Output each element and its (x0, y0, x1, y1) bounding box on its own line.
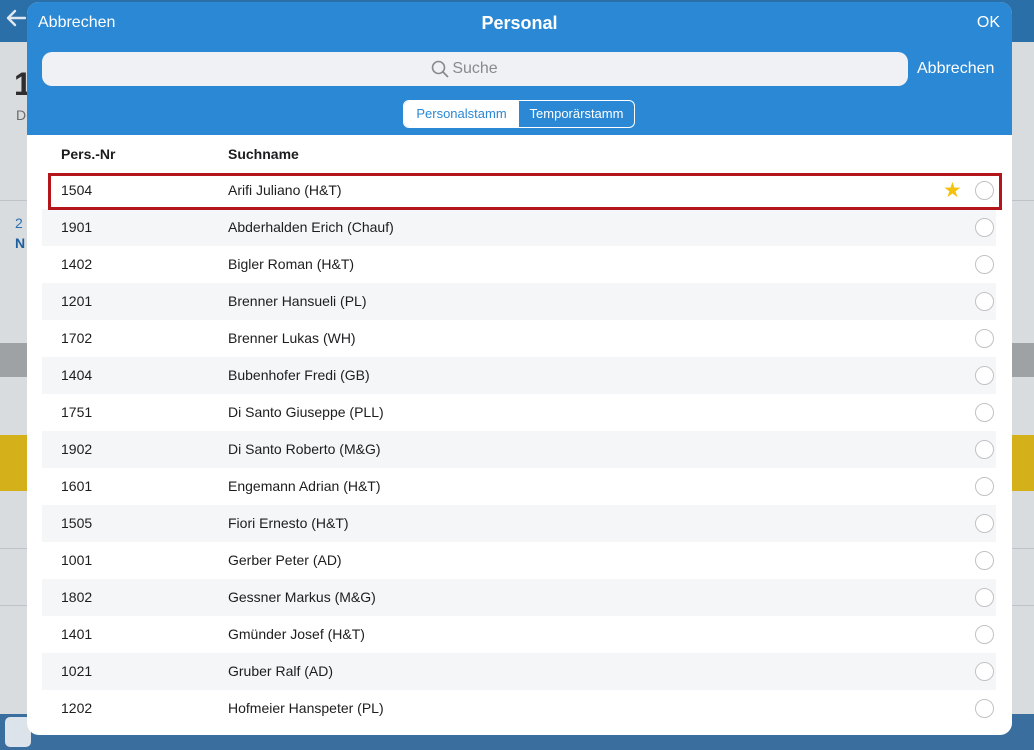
radio-button[interactable] (975, 366, 994, 385)
suchname-cell: Di Santo Giuseppe (PLL) (228, 404, 384, 420)
table-row[interactable]: 1021 Gruber Ralf (AD) (42, 653, 996, 690)
pers-nr-cell: 1401 (61, 626, 93, 642)
suchname-cell: Bigler Roman (H&T) (228, 256, 355, 272)
search-cancel-button[interactable]: Abbrechen (917, 59, 994, 79)
sheet-header: Abbrechen Personal OK Abbrechen Personal… (27, 2, 1012, 135)
table-row[interactable]: 1001 Gerber Peter (AD) (42, 542, 996, 579)
table-row[interactable]: 1902 Di Santo Roberto (M&G) (42, 431, 996, 468)
radio-button[interactable] (975, 329, 994, 348)
pers-nr-cell: 1702 (61, 330, 93, 346)
column-header-suchname: Suchname (228, 146, 299, 162)
pers-nr-cell: 1505 (61, 515, 93, 531)
suchname-cell: Arifi Juliano (H&T) (228, 182, 342, 198)
suchname-cell: Di Santo Roberto (M&G) (228, 441, 381, 457)
radio-button[interactable] (975, 403, 994, 422)
ok-button[interactable]: OK (977, 13, 1000, 33)
radio-button[interactable] (975, 255, 994, 274)
background-small-digit: 2 (15, 215, 23, 231)
suchname-cell: Bubenhofer Fredi (GB) (228, 367, 370, 383)
sheet-title: Personal (481, 13, 558, 33)
pers-nr-cell: 1021 (61, 663, 93, 679)
pers-nr-cell: 1001 (61, 552, 93, 568)
stamm-segmented-control: Personalstamm Temporärstamm (403, 100, 635, 128)
personal-list: 1504 Arifi Juliano (H&T) ★ 1901 Abderhalden … (42, 172, 1002, 727)
table-row[interactable]: 1404 Bubenhofer Fredi (GB) (42, 357, 996, 394)
suchname-cell: Brenner Hansueli (PL) (228, 293, 367, 309)
highlight-frame (48, 173, 1002, 210)
pers-nr-cell: 1504 (61, 182, 93, 198)
suchname-cell: Gmünder Josef (H&T) (228, 626, 365, 642)
table-row[interactable]: 1601 Engemann Adrian (H&T) (42, 468, 996, 505)
suchname-cell: Abderhalden Erich (Chauf) (228, 219, 394, 235)
arrow-left-icon[interactable] (6, 8, 26, 28)
suchname-cell: Hofmeier Hanspeter (PL) (228, 700, 384, 716)
radio-button[interactable] (975, 181, 994, 200)
personal-picker-sheet: Abbrechen Personal OK Abbrechen Personal… (27, 2, 1012, 735)
radio-button[interactable] (975, 218, 994, 237)
table-row[interactable]: 1401 Gmünder Josef (H&T) (42, 616, 996, 653)
table-row[interactable]: 1504 Arifi Juliano (H&T) ★ (42, 172, 1002, 210)
segment-personalstamm[interactable]: Personalstamm (404, 101, 519, 127)
background-bold-letter: N (15, 235, 26, 251)
radio-button[interactable] (975, 551, 994, 570)
radio-button[interactable] (975, 662, 994, 681)
background-letter: D (16, 107, 27, 123)
pers-nr-cell: 1902 (61, 441, 93, 457)
suchname-cell: Fiori Ernesto (H&T) (228, 515, 349, 531)
pers-nr-cell: 1201 (61, 293, 93, 309)
pers-nr-cell: 1802 (61, 589, 93, 605)
table-row[interactable]: 1751 Di Santo Giuseppe (PLL) (42, 394, 996, 431)
pers-nr-cell: 1901 (61, 219, 93, 235)
search-field[interactable] (42, 52, 908, 86)
suchname-cell: Brenner Lukas (WH) (228, 330, 356, 346)
pers-nr-cell: 1601 (61, 478, 93, 494)
table-row[interactable]: 1402 Bigler Roman (H&T) (42, 246, 996, 283)
table-row[interactable]: 1901 Abderhalden Erich (Chauf) (42, 209, 996, 246)
radio-button[interactable] (975, 625, 994, 644)
pers-nr-cell: 1404 (61, 367, 93, 383)
suchname-cell: Gessner Markus (M&G) (228, 589, 376, 605)
segment-temporaerstamm[interactable]: Temporärstamm (519, 101, 634, 127)
table-row[interactable]: 1802 Gessner Markus (M&G) (42, 579, 996, 616)
radio-button[interactable] (975, 292, 994, 311)
table-row[interactable]: 1202 Hofmeier Hanspeter (PL) (42, 690, 996, 727)
table-row[interactable]: 1201 Brenner Hansueli (PL) (42, 283, 996, 320)
suchname-cell: Gerber Peter (AD) (228, 552, 342, 568)
radio-button[interactable] (975, 440, 994, 459)
suchname-cell: Engemann Adrian (H&T) (228, 478, 381, 494)
radio-button[interactable] (975, 477, 994, 496)
pers-nr-cell: 1202 (61, 700, 93, 716)
table-row[interactable]: 1505 Fiori Ernesto (H&T) (42, 505, 996, 542)
radio-button[interactable] (975, 699, 994, 718)
radio-button[interactable] (975, 588, 994, 607)
table-header: Pers.-Nr Suchname (27, 143, 1012, 165)
pers-nr-cell: 1402 (61, 256, 93, 272)
pers-nr-cell: 1751 (61, 404, 93, 420)
column-header-pers-nr: Pers.-Nr (61, 146, 116, 162)
radio-button[interactable] (975, 514, 994, 533)
suchname-cell: Gruber Ralf (AD) (228, 663, 334, 679)
star-icon[interactable]: ★ (943, 179, 962, 201)
search-input[interactable] (42, 52, 908, 86)
table-row[interactable]: 1702 Brenner Lukas (WH) (42, 320, 996, 357)
